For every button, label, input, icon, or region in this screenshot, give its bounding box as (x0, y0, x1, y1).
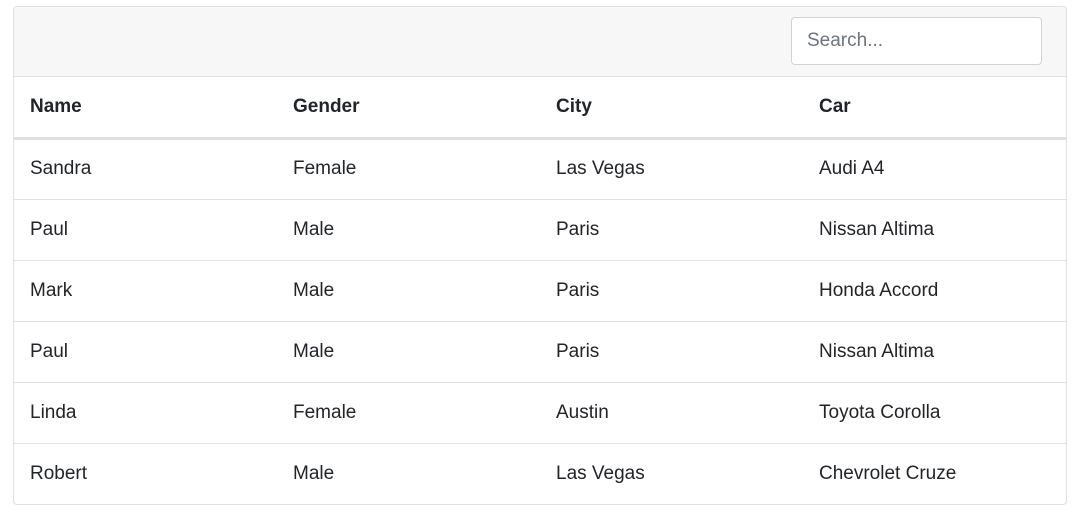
table-row[interactable]: Paul Male Paris Nissan Altima (14, 199, 1066, 261)
table-row[interactable]: Sandra Female Las Vegas Audi A4 (14, 138, 1066, 200)
cell-gender: Female (277, 138, 540, 200)
cell-gender: Male (277, 321, 540, 383)
cell-name: Robert (30, 462, 88, 484)
cell-gender: Male (277, 260, 540, 322)
cell-gender: Female (277, 382, 540, 444)
cell-name: Linda (14, 382, 277, 444)
cell-name: Sandra (14, 138, 277, 200)
cell-gender: Male (277, 199, 540, 261)
header-row: Name Gender City Car (14, 77, 1066, 140)
cell-car: Nissan Altima (803, 199, 1066, 261)
column-header-car[interactable]: Car (803, 77, 1066, 140)
search-input[interactable] (791, 17, 1042, 65)
data-table-card: Name Gender City Car Sandra Female Las V… (13, 6, 1067, 505)
column-header-gender[interactable]: Gender (277, 77, 540, 140)
column-header-city[interactable]: City (540, 77, 803, 140)
cell-city: Las Vegas (556, 462, 645, 484)
cell-city: Las Vegas (540, 138, 803, 200)
cell-name: Mark (14, 260, 277, 322)
cell-car: Chevrolet Cruze (819, 462, 957, 484)
cell-name: Paul (14, 199, 277, 261)
table-row[interactable]: Paul Male Paris Nissan Altima (14, 321, 1066, 383)
table-toolbar (14, 7, 1066, 77)
cell-name: Paul (14, 321, 277, 383)
table-header: Name Gender City Car (14, 77, 1066, 140)
cell-car: Toyota Corolla (803, 382, 1066, 444)
table-row[interactable]: Robert Male Las Vegas Chevrolet Cruze (14, 443, 1066, 504)
cell-city: Austin (540, 382, 803, 444)
cell-car: Audi A4 (803, 138, 1066, 200)
table-row[interactable]: Linda Female Austin Toyota Corolla (14, 382, 1066, 444)
column-header-name[interactable]: Name (14, 77, 277, 140)
cell-city: Paris (540, 199, 803, 261)
data-table: Name Gender City Car Sandra Female Las V… (14, 77, 1066, 504)
cell-car: Nissan Altima (803, 321, 1066, 383)
table-row[interactable]: Mark Male Paris Honda Accord (14, 260, 1066, 322)
cell-city: Paris (540, 321, 803, 383)
cell-gender: Male (293, 462, 335, 484)
cell-car: Honda Accord (803, 260, 1066, 322)
cell-city: Paris (540, 260, 803, 322)
table-body: Sandra Female Las Vegas Audi A4 Paul Mal… (14, 138, 1066, 504)
